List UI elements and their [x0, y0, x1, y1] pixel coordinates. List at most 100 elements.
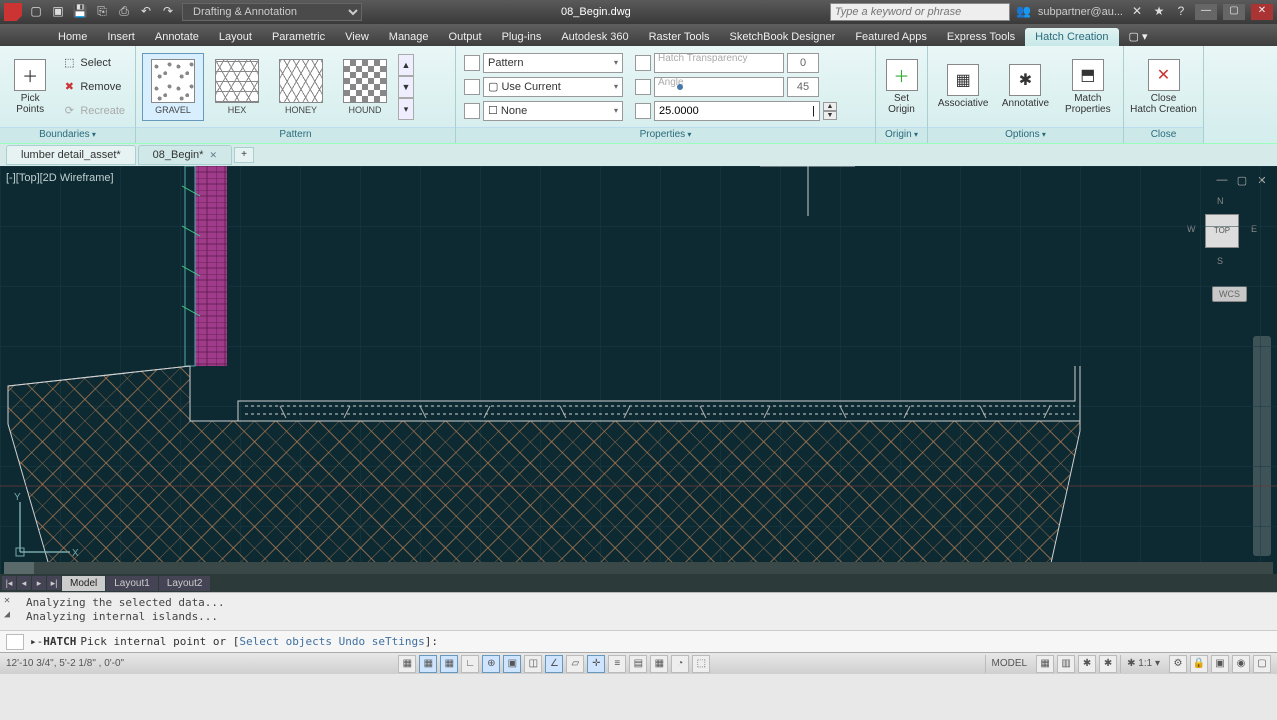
qat-save-icon[interactable]: 💾: [72, 4, 88, 20]
tab-layout[interactable]: Layout: [209, 28, 262, 46]
tab-featuredapps[interactable]: Featured Apps: [845, 28, 937, 46]
hatch-type-combo[interactable]: Pattern: [483, 53, 623, 73]
pattern-hex[interactable]: HEX: [206, 53, 268, 121]
help-search-input[interactable]: [830, 3, 1010, 21]
scale-field[interactable]: 25.0000|: [654, 101, 820, 121]
favorite-icon[interactable]: ★: [1151, 4, 1167, 20]
tab-hatchcreation[interactable]: Hatch Creation: [1025, 28, 1118, 46]
model-space-indicator[interactable]: MODEL: [985, 655, 1034, 673]
app-logo[interactable]: [4, 3, 22, 21]
cmd-opt-select[interactable]: Select objects: [239, 635, 332, 648]
tab-home[interactable]: Home: [48, 28, 97, 46]
tab-manage[interactable]: Manage: [379, 28, 439, 46]
maximize-button[interactable]: ▢: [1223, 4, 1245, 20]
match-properties-button[interactable]: ⬒Match Properties: [1059, 49, 1117, 125]
remove-boundary-button[interactable]: ✖Remove: [58, 76, 129, 98]
workspace-select[interactable]: Drafting & Annotation: [182, 3, 362, 21]
coordinates-display[interactable]: 12'-10 3/4", 5'-2 1/8" , 0'-0": [6, 658, 124, 669]
status-lock-button[interactable]: 🔒: [1190, 655, 1208, 673]
qat-undo-icon[interactable]: ↶: [138, 4, 154, 20]
panel-origin-title[interactable]: Origin: [876, 127, 927, 143]
minimize-button[interactable]: —: [1195, 4, 1217, 20]
tab-sketchbook[interactable]: SketchBook Designer: [720, 28, 846, 46]
tab-view[interactable]: View: [335, 28, 379, 46]
layout-prev-button[interactable]: ◂: [17, 576, 31, 590]
qat-new-icon[interactable]: ▢: [28, 4, 44, 20]
status-grid2-button[interactable]: ▦: [1036, 655, 1054, 673]
layout-next-button[interactable]: ▸: [32, 576, 46, 590]
close-button[interactable]: ✕: [1251, 4, 1273, 20]
annotative-button[interactable]: ✱Annotative: [996, 49, 1054, 125]
cmd-history-close-icon[interactable]: ✕◢: [4, 594, 10, 622]
status-polar-button[interactable]: ⊕: [482, 655, 500, 673]
gallery-prev-button[interactable]: ▲: [398, 54, 414, 76]
tab-insert[interactable]: Insert: [97, 28, 145, 46]
recreate-boundary-button[interactable]: ⟳Recreate: [58, 100, 129, 122]
status-dyn-button[interactable]: ✛: [587, 655, 605, 673]
qat-plot-icon[interactable]: ⎙: [116, 4, 132, 20]
hatch-bg-combo[interactable]: ☐ None: [483, 101, 623, 121]
layout-tab-model[interactable]: Model: [62, 576, 105, 591]
panel-boundaries-title[interactable]: Boundaries: [0, 127, 135, 143]
associative-button[interactable]: ▦Associative: [934, 49, 992, 125]
status-infer-button[interactable]: ▦: [398, 655, 416, 673]
status-workspace-button[interactable]: ⚙: [1169, 655, 1187, 673]
tab-parametric[interactable]: Parametric: [262, 28, 335, 46]
status-isolate-button[interactable]: ◉: [1232, 655, 1250, 673]
file-tab-08begin[interactable]: 08_Begin*✕: [138, 145, 232, 165]
pick-points-button[interactable]: ＋ Pick Points: [6, 49, 54, 125]
angle-value[interactable]: 45: [787, 77, 819, 97]
pattern-honey[interactable]: HONEY: [270, 53, 332, 121]
pattern-hound[interactable]: HOUND: [334, 53, 396, 121]
tab-autodesk360[interactable]: Autodesk 360: [551, 28, 638, 46]
gallery-next-button[interactable]: ▼: [398, 76, 414, 98]
status-hardware-button[interactable]: ▣: [1211, 655, 1229, 673]
layout-first-button[interactable]: |◂: [2, 576, 16, 590]
new-file-tab-button[interactable]: +: [234, 147, 254, 163]
infocenter-icon[interactable]: 👥: [1016, 4, 1032, 20]
status-osnap-button[interactable]: ▣: [503, 655, 521, 673]
select-boundary-button[interactable]: ⬚Select: [58, 52, 129, 74]
pattern-gravel[interactable]: GRAVEL: [142, 53, 204, 121]
cmd-opt-settings[interactable]: seTtings: [372, 635, 425, 648]
tab-rastertools[interactable]: Raster Tools: [639, 28, 720, 46]
layout-tab-layout2[interactable]: Layout2: [159, 576, 211, 591]
layout-tab-layout1[interactable]: Layout1: [106, 576, 158, 591]
status-anno-vis-button[interactable]: ✱: [1078, 655, 1096, 673]
panel-options-title[interactable]: Options: [928, 127, 1123, 143]
status-tpy-button[interactable]: ▤: [629, 655, 647, 673]
tab-output[interactable]: Output: [439, 28, 492, 46]
panel-properties-title[interactable]: Properties: [456, 127, 875, 143]
status-ortho-button[interactable]: ∟: [461, 655, 479, 673]
status-lwt-button[interactable]: ≡: [608, 655, 626, 673]
command-line[interactable]: ▸- HATCH Pick internal point or [ Select…: [0, 630, 1277, 652]
drawing-viewport[interactable]: [-][Top][2D Wireframe] — ▢ ✕ N S W E TOP…: [0, 166, 1277, 592]
tab-expresstools[interactable]: Express Tools: [937, 28, 1025, 46]
qat-saveas-icon[interactable]: ⎘: [94, 4, 110, 20]
status-snap-button[interactable]: ▦: [419, 655, 437, 673]
gallery-expand-button[interactable]: ▾: [398, 98, 414, 120]
scale-spinner[interactable]: ▲▼: [823, 102, 837, 120]
help-icon[interactable]: ?: [1173, 4, 1189, 20]
exchange-icon[interactable]: ✕: [1129, 4, 1145, 20]
annotation-scale[interactable]: ✱ 1:1 ▾: [1120, 655, 1166, 673]
tab-annotate[interactable]: Annotate: [145, 28, 209, 46]
transparency-slider[interactable]: Hatch Transparency: [654, 53, 784, 73]
status-qp-button[interactable]: ▦: [650, 655, 668, 673]
status-anno-auto-button[interactable]: ✱: [1099, 655, 1117, 673]
cmd-opt-undo[interactable]: Undo: [339, 635, 366, 648]
status-3dosnap-button[interactable]: ◫: [524, 655, 542, 673]
status-sc-button[interactable]: ◔: [671, 655, 689, 673]
angle-slider[interactable]: Angle: [654, 77, 784, 97]
status-clean-button[interactable]: ▢: [1253, 655, 1271, 673]
layout-last-button[interactable]: ▸|: [47, 576, 61, 590]
close-hatch-button[interactable]: ✕Close Hatch Creation: [1130, 49, 1197, 125]
horizontal-scrollbar[interactable]: [4, 562, 1273, 574]
set-origin-button[interactable]: ＋Set Origin: [882, 49, 921, 125]
status-ducs-button[interactable]: ▱: [566, 655, 584, 673]
status-qv-button[interactable]: ▥: [1057, 655, 1075, 673]
status-grid-button[interactable]: ▦: [440, 655, 458, 673]
transparency-value[interactable]: 0: [787, 53, 819, 73]
qat-open-icon[interactable]: ▣: [50, 4, 66, 20]
qat-redo-icon[interactable]: ↷: [160, 4, 176, 20]
